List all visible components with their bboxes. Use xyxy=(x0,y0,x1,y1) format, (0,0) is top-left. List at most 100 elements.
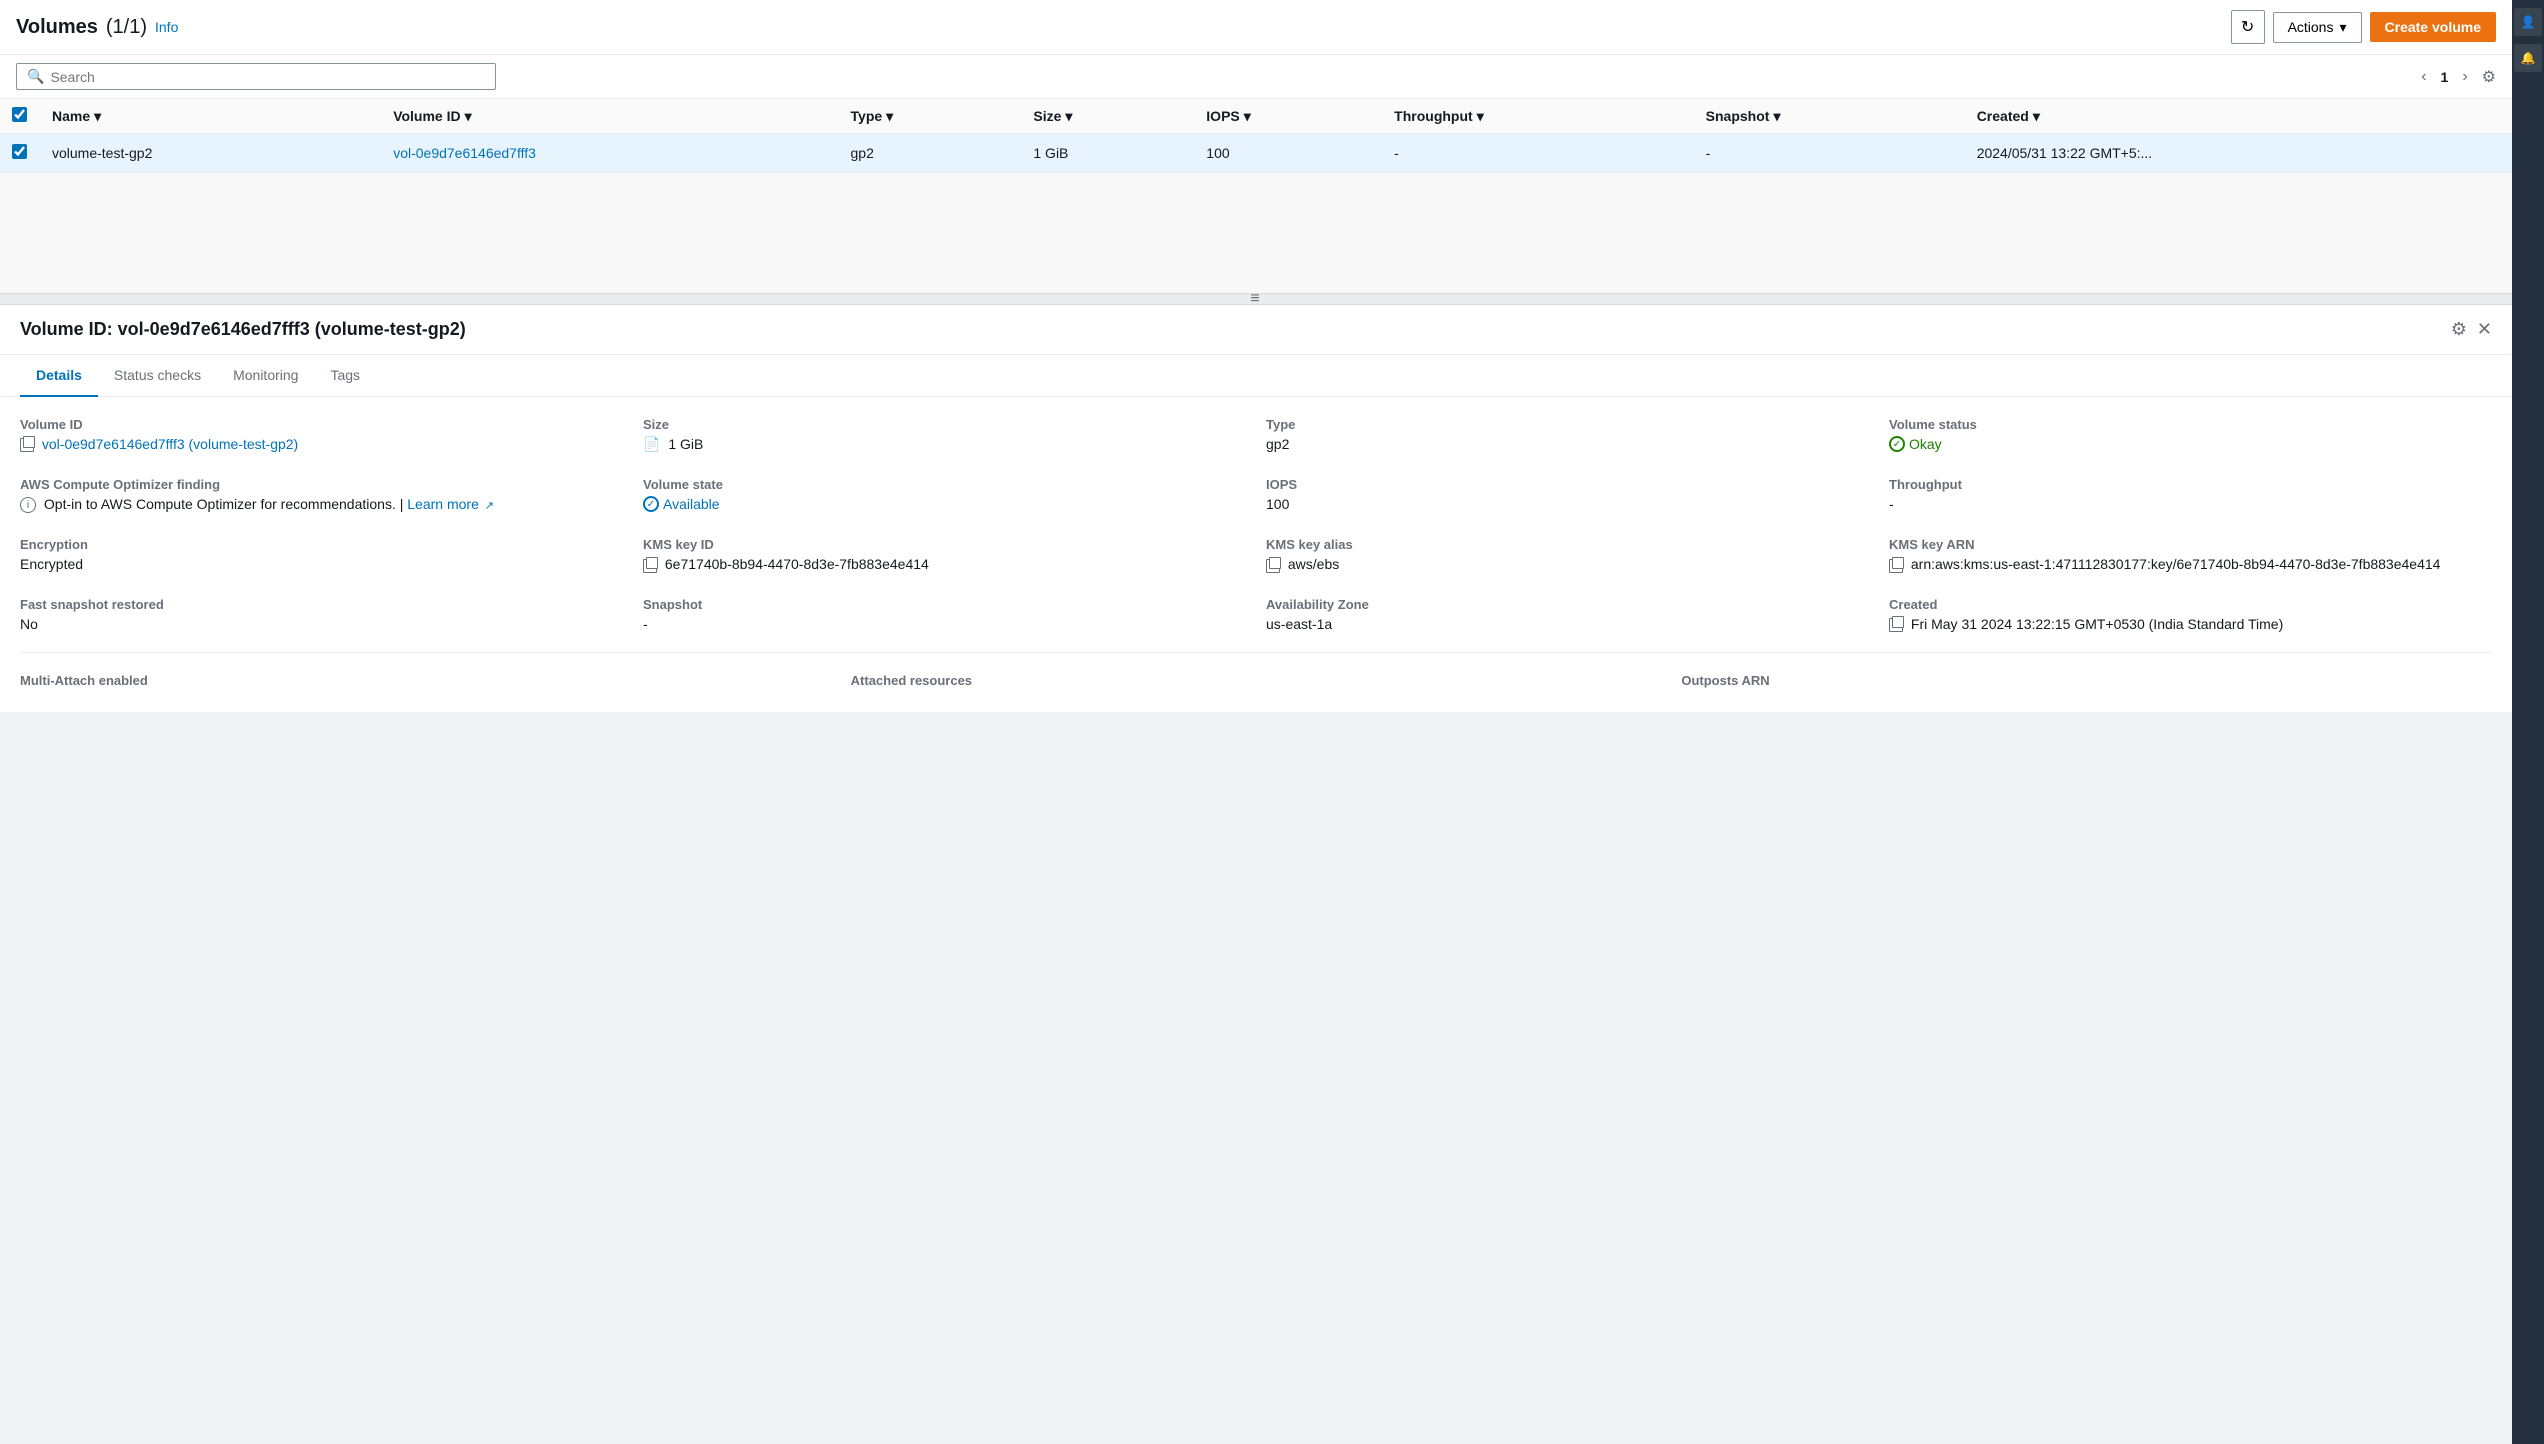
sidebar-icon-2[interactable]: 🔔 xyxy=(2514,44,2542,72)
external-link-icon: ↗ xyxy=(485,500,494,512)
sidebar-icon-1[interactable]: 👤 xyxy=(2514,8,2542,36)
col-type-sort-icon[interactable]: ▾ xyxy=(886,108,893,125)
col-created-sort-icon[interactable]: ▾ xyxy=(2033,108,2040,125)
row-type: gp2 xyxy=(839,134,1022,173)
field-type: Type gp2 xyxy=(1266,417,1869,453)
field-fast-snapshot-value: No xyxy=(20,616,623,632)
field-aws-optimizer-value: i Opt-in to AWS Compute Optimizer for re… xyxy=(20,496,623,513)
field-fast-snapshot: Fast snapshot restored No xyxy=(20,597,623,632)
field-outposts-arn: Outposts ARN xyxy=(1681,673,2492,692)
right-sidebar: 👤 🔔 xyxy=(2512,0,2544,1444)
col-snapshot-sort-icon[interactable]: ▾ xyxy=(1773,108,1780,125)
row-throughput: - xyxy=(1382,134,1693,173)
col-size: Size xyxy=(1033,108,1061,124)
detail-panel: Volume ID: vol-0e9d7e6146ed7fff3 (volume… xyxy=(0,304,2512,712)
pagination: ‹ 1 › ⚙ xyxy=(2415,66,2496,88)
field-kms-key-id: KMS key ID 6e71740b-8b94-4470-8d3e-7fb88… xyxy=(643,537,1246,572)
search-input-wrap[interactable]: 🔍 xyxy=(16,63,496,90)
col-volume-id-sort-icon[interactable]: ▾ xyxy=(465,108,472,125)
field-throughput-value: - xyxy=(1889,496,2492,512)
pagination-next-button[interactable]: › xyxy=(2456,66,2473,88)
field-kms-key-id-value: 6e71740b-8b94-4470-8d3e-7fb883e4e414 xyxy=(643,556,1246,572)
row-snapshot: - xyxy=(1694,134,1965,173)
field-volume-status-value: ✓ Okay xyxy=(1889,436,2492,452)
field-volume-id-label: Volume ID xyxy=(20,417,623,432)
field-fast-snapshot-label: Fast snapshot restored xyxy=(20,597,623,612)
field-attached-resources: Attached resources xyxy=(851,673,1662,692)
col-size-sort-icon[interactable]: ▾ xyxy=(1065,108,1072,125)
detail-header: Volume ID: vol-0e9d7e6146ed7fff3 (volume… xyxy=(0,305,2512,355)
state-available-icon: ✓ xyxy=(643,496,659,512)
field-volume-state-label: Volume state xyxy=(643,477,1246,492)
field-type-value: gp2 xyxy=(1266,436,1869,452)
row-checkbox[interactable] xyxy=(12,144,27,159)
field-created-value: Fri May 31 2024 13:22:15 GMT+0530 (India… xyxy=(1889,616,2492,632)
field-kms-key-arn-label: KMS key ARN xyxy=(1889,537,2492,552)
field-created: Created Fri May 31 2024 13:22:15 GMT+053… xyxy=(1889,597,2492,632)
col-created: Created xyxy=(1977,108,2029,124)
table-row[interactable]: volume-test-gp2 vol-0e9d7e6146ed7fff3 gp… xyxy=(0,134,2512,173)
field-snapshot-label: Snapshot xyxy=(643,597,1246,612)
field-iops-label: IOPS xyxy=(1266,477,1869,492)
detail-header-right: ⚙ ✕ xyxy=(2451,319,2492,340)
detail-settings-button[interactable]: ⚙ xyxy=(2451,319,2467,340)
resize-icon: ≡ xyxy=(1250,290,1261,308)
field-size: Size 📄 1 GiB xyxy=(643,417,1246,453)
pagination-current: 1 xyxy=(2441,69,2449,85)
create-volume-button[interactable]: Create volume xyxy=(2370,12,2496,42)
col-name: Name xyxy=(52,108,90,124)
tabs: Details Status checks Monitoring Tags xyxy=(0,355,2512,397)
field-snapshot: Snapshot - xyxy=(643,597,1246,632)
info-link[interactable]: Info xyxy=(155,19,178,35)
field-throughput-label: Throughput xyxy=(1889,477,2492,492)
select-all-checkbox[interactable] xyxy=(12,107,27,122)
col-volume-id: Volume ID xyxy=(393,108,460,124)
search-input[interactable] xyxy=(50,69,485,85)
copy-kms-key-arn-icon[interactable] xyxy=(1889,559,1903,573)
copy-kms-key-id-icon[interactable] xyxy=(643,559,657,573)
resize-handle[interactable]: ≡ xyxy=(0,294,2512,304)
field-volume-state: Volume state ✓ Available xyxy=(643,477,1246,513)
tab-monitoring[interactable]: Monitoring xyxy=(217,355,314,397)
row-name: volume-test-gp2 xyxy=(40,134,381,173)
field-multi-attach-label: Multi-Attach enabled xyxy=(20,673,831,688)
empty-area xyxy=(0,173,2512,293)
field-volume-state-value: ✓ Available xyxy=(643,496,1246,512)
volume-id-link[interactable]: vol-0e9d7e6146ed7fff3 (volume-test-gp2) xyxy=(42,436,298,452)
tab-status-checks[interactable]: Status checks xyxy=(98,355,217,397)
row-volume-id[interactable]: vol-0e9d7e6146ed7fff3 xyxy=(393,145,536,161)
search-bar: 🔍 ‹ 1 › ⚙ xyxy=(0,55,2512,99)
refresh-button[interactable]: ↻ xyxy=(2231,10,2265,44)
actions-button[interactable]: Actions ▾ xyxy=(2273,12,2362,43)
field-kms-key-alias: KMS key alias aws/ebs xyxy=(1266,537,1869,572)
row-created: 2024/05/31 13:22 GMT+5:... xyxy=(1965,134,2512,173)
field-snapshot-value: - xyxy=(643,616,1246,632)
col-throughput-sort-icon[interactable]: ▾ xyxy=(1477,108,1484,125)
field-volume-id-value: vol-0e9d7e6146ed7fff3 (volume-test-gp2) xyxy=(20,436,623,452)
col-iops: IOPS xyxy=(1206,108,1239,124)
learn-more-link[interactable]: Learn more xyxy=(407,496,479,512)
tab-details[interactable]: Details xyxy=(20,355,98,397)
row-size: 1 GiB xyxy=(1021,134,1194,173)
pagination-settings-button[interactable]: ⚙ xyxy=(2482,67,2496,87)
actions-chevron-icon: ▾ xyxy=(2339,19,2346,36)
copy-kms-key-alias-icon[interactable] xyxy=(1266,559,1280,573)
field-iops: IOPS 100 xyxy=(1266,477,1869,513)
toolbar-right: ↻ Actions ▾ Create volume xyxy=(2231,10,2496,44)
copy-volume-id-icon[interactable] xyxy=(20,438,34,452)
field-type-label: Type xyxy=(1266,417,1869,432)
detail-fields-grid: Volume ID vol-0e9d7e6146ed7fff3 (volume-… xyxy=(20,417,2492,653)
tab-tags[interactable]: Tags xyxy=(314,355,376,397)
search-icon: 🔍 xyxy=(27,68,44,85)
copy-created-icon[interactable] xyxy=(1889,618,1903,632)
col-iops-sort-icon[interactable]: ▾ xyxy=(1244,108,1251,125)
status-okay-icon: ✓ xyxy=(1889,436,1905,452)
col-snapshot: Snapshot xyxy=(1706,108,1770,124)
field-throughput: Throughput - xyxy=(1889,477,2492,513)
col-name-sort-icon[interactable]: ▾ xyxy=(94,108,101,125)
page-title: Volumes xyxy=(16,16,98,39)
field-kms-key-arn-value: arn:aws:kms:us-east-1:471112830177:key/6… xyxy=(1889,556,2492,572)
aws-optimizer-info-icon[interactable]: i xyxy=(20,497,36,513)
pagination-prev-button[interactable]: ‹ xyxy=(2415,66,2432,88)
detail-close-button[interactable]: ✕ xyxy=(2477,319,2492,340)
